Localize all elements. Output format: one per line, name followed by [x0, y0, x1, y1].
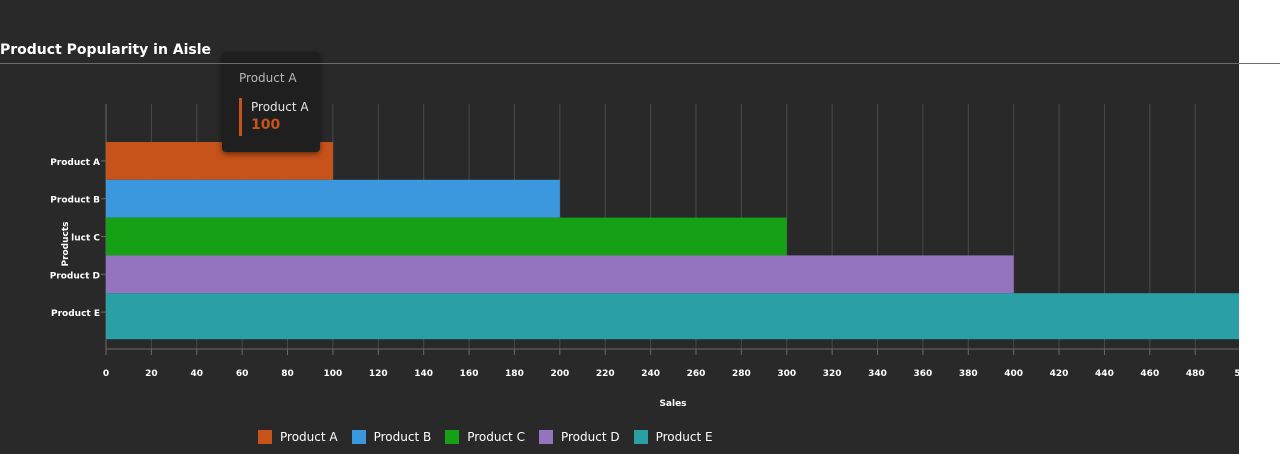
x-tick-label: 480: [1186, 369, 1205, 379]
tooltip-color-bar: [239, 98, 242, 136]
y-tick-label: Product B: [50, 196, 100, 206]
x-tick-label: 360: [914, 369, 933, 379]
x-tick-label: 440: [1095, 369, 1114, 379]
x-tick-label: 40: [191, 369, 204, 379]
x-tick-label: 280: [732, 369, 751, 379]
legend-item[interactable]: Product E: [633, 430, 713, 444]
legend-label: Product B: [373, 430, 432, 444]
x-tick-label: 220: [596, 369, 615, 379]
legend-swatch: [633, 430, 648, 444]
tooltip-series-name: Product A: [251, 100, 309, 114]
legend-label: Product A: [280, 430, 338, 444]
x-axis-title: Sales: [659, 399, 686, 409]
x-tick-label: 420: [1050, 369, 1069, 379]
legend-item[interactable]: Product D: [538, 430, 620, 444]
y-tick-label: Product D: [50, 271, 100, 281]
x-tick-label: 160: [460, 369, 479, 379]
x-tick-label: 260: [687, 369, 706, 379]
x-tick-label: 60: [236, 369, 249, 379]
x-tick-label: 380: [959, 369, 978, 379]
legend-item[interactable]: Product A: [258, 430, 338, 444]
x-tick-label: 400: [1004, 369, 1023, 379]
bar: [106, 293, 1239, 340]
y-axis-title: Products: [61, 221, 71, 266]
legend-label: Product E: [655, 430, 713, 444]
x-tick-label: 50: [1234, 369, 1239, 379]
x-tick-label: 340: [868, 369, 887, 379]
legend-swatch: [445, 430, 460, 444]
y-tick-label: Product E: [51, 309, 100, 319]
x-tick-label: 320: [823, 369, 842, 379]
x-tick-label: 120: [369, 369, 388, 379]
tooltip-header: Product A: [239, 71, 297, 85]
tooltip: Product A Product A 100: [222, 52, 320, 152]
legend: Product A Product B Product C Product D Prod…: [258, 430, 713, 444]
y-tick-label: Product A: [50, 158, 100, 168]
x-tick-label: 200: [550, 369, 569, 379]
y-tick-label: luct C: [71, 234, 100, 244]
x-tick-label: 80: [281, 369, 294, 379]
x-tick-label: 20: [145, 369, 158, 379]
x-tick-label: 300: [777, 369, 796, 379]
legend-label: Product D: [560, 430, 620, 444]
bar: [106, 217, 787, 256]
legend-swatch: [258, 430, 272, 444]
x-tick-label: 140: [414, 369, 433, 379]
bar: [106, 255, 1014, 294]
legend-label: Product C: [467, 430, 525, 444]
legend-item[interactable]: Product C: [445, 430, 525, 444]
chart-panel: Product Popularity in Aisle 0 20 40 60 80 100…: [0, 0, 1239, 454]
x-tick-label: 460: [1140, 369, 1159, 379]
title-divider: [0, 63, 1280, 64]
x-tick-label: 240: [641, 369, 660, 379]
legend-item[interactable]: Product B: [351, 430, 432, 444]
legend-swatch: [351, 430, 366, 444]
x-tick-label: 180: [505, 369, 524, 379]
tooltip-value: 100: [251, 117, 281, 133]
x-tick-label: 0: [103, 369, 109, 379]
bar: [106, 179, 560, 218]
x-tick-label: 100: [324, 369, 343, 379]
legend-swatch: [538, 430, 553, 444]
bar-chart: 0 20 40 60 80 100 120 140 160 180 200 220 240 260 280 3…: [50, 104, 1239, 409]
